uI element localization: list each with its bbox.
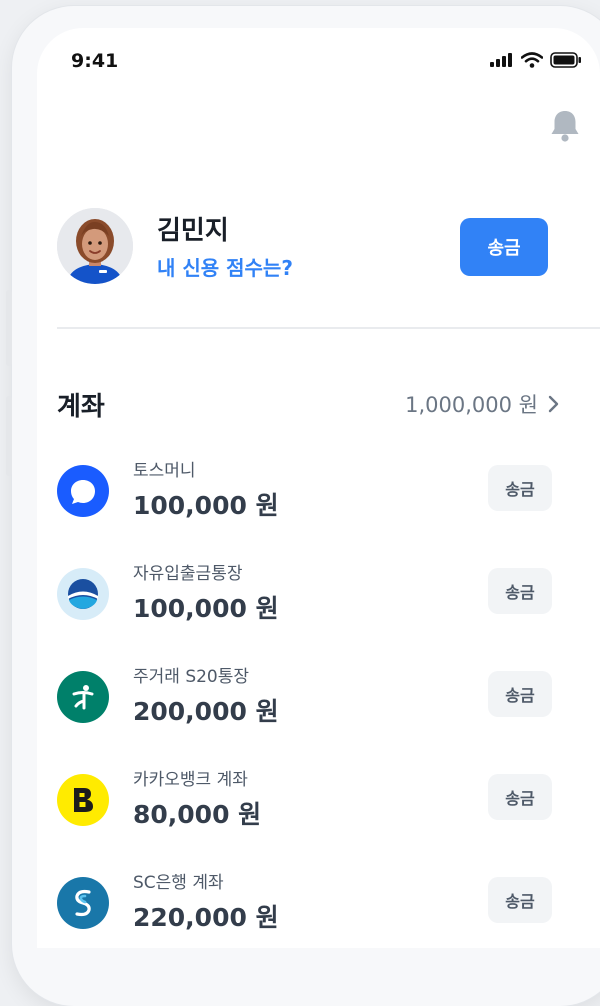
account-item-toss-money[interactable]: 토스머니 100,000 원 송금 — [57, 456, 580, 559]
status-bar: 9:41 — [37, 28, 600, 94]
kakaobank-logo-icon — [57, 774, 109, 826]
battery-icon — [550, 52, 581, 68]
cellular-signal-icon — [490, 53, 512, 67]
accounts-list: 토스머니 100,000 원 송금 자유입출금통장 100,000 원 송금 주… — [57, 456, 580, 948]
credit-score-link[interactable]: 내 신용 점수는? — [157, 252, 293, 281]
account-balance: 200,000 원 — [133, 697, 279, 726]
phone-side-button — [6, 290, 12, 366]
wifi-icon — [521, 52, 543, 68]
blue-wave-bank-logo-icon — [57, 568, 109, 620]
account-name: 자유입출금통장 — [133, 564, 243, 584]
account-name: 토스머니 — [133, 461, 196, 481]
divider — [57, 327, 600, 329]
account-send-button[interactable]: 송금 — [488, 671, 552, 717]
avatar-image — [57, 208, 133, 284]
avatar[interactable] — [57, 208, 133, 284]
phone-side-button — [6, 396, 12, 476]
bell-icon[interactable] — [548, 108, 582, 144]
toss-logo-icon — [57, 465, 109, 517]
account-balance: 80,000 원 — [133, 800, 262, 829]
accounts-title: 계좌 — [57, 392, 105, 422]
user-name: 김민지 — [157, 216, 229, 246]
account-send-button[interactable]: 송금 — [488, 568, 552, 614]
account-name: SC은행 계좌 — [133, 873, 224, 893]
account-send-button[interactable]: 송금 — [488, 877, 552, 923]
send-money-button[interactable]: 송금 — [460, 218, 548, 276]
account-item-sc-bank[interactable]: SC은행 계좌 220,000 원 송금 — [57, 868, 580, 948]
account-balance: 100,000 원 — [133, 594, 279, 623]
app-screen: 9:41 김민지 내 신용 점수는? 송금 계좌 1,000,000 원 토스머… — [37, 28, 600, 948]
account-name: 주거래 S20통장 — [133, 667, 250, 687]
account-balance: 220,000 원 — [133, 903, 279, 932]
accounts-header[interactable]: 계좌 1,000,000 원 — [57, 386, 560, 426]
account-name: 카카오뱅크 계좌 — [133, 770, 248, 790]
status-time: 9:41 — [71, 50, 119, 72]
account-item-savings[interactable]: 자유입출금통장 100,000 원 송금 — [57, 559, 580, 662]
account-send-button[interactable]: 송금 — [488, 465, 552, 511]
sc-bank-logo-icon — [57, 877, 109, 929]
account-item-s20[interactable]: 주거래 S20통장 200,000 원 송금 — [57, 662, 580, 765]
account-item-kakaobank[interactable]: 카카오뱅크 계좌 80,000 원 송금 — [57, 765, 580, 868]
account-send-button[interactable]: 송금 — [488, 774, 552, 820]
profile-section: 김민지 내 신용 점수는? 송금 — [57, 208, 580, 288]
status-icons — [490, 52, 582, 68]
chevron-right-icon — [548, 395, 559, 413]
account-balance: 100,000 원 — [133, 491, 279, 520]
accounts-total-link[interactable]: 1,000,000 원 — [405, 389, 560, 419]
accounts-total: 1,000,000 원 — [405, 393, 538, 417]
hana-bank-logo-icon — [57, 671, 109, 723]
